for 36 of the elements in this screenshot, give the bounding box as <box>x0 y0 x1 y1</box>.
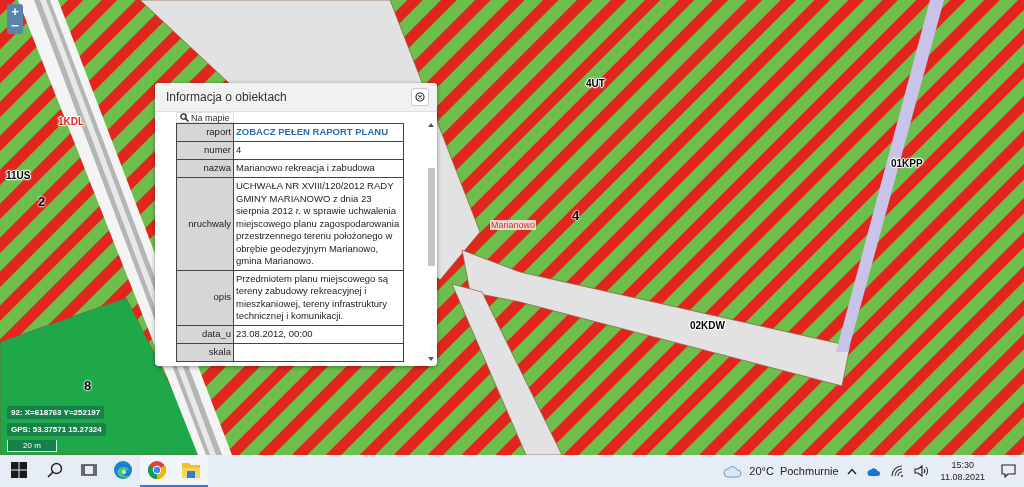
attribute-name: opis <box>176 270 234 325</box>
clock[interactable]: 15:30 11.08.2021 <box>940 459 985 483</box>
browser-swirl-icon[interactable] <box>113 460 133 480</box>
caret-icon[interactable] <box>846 467 857 475</box>
close-button[interactable] <box>411 88 429 106</box>
search-icon <box>180 113 189 122</box>
attribute-name: raport <box>176 123 234 142</box>
attribute-value: Przedmiotem planu miejscowego są tereny zabudowy rekreacyjnej i mieszkaniowej, tereny infrastruktury technicznej i komunikacji. <box>236 272 389 321</box>
speaker-icon[interactable] <box>913 465 929 477</box>
temperature-text[interactable]: 20°C <box>749 465 774 477</box>
dialog-title: Informacja o obiektach <box>166 90 287 104</box>
scroll-up-icon[interactable] <box>427 122 435 128</box>
search-icon[interactable] <box>47 462 63 478</box>
chrome-icon[interactable] <box>147 460 167 480</box>
notification-icon[interactable] <box>1001 464 1016 478</box>
attribute-value: Marianowo rekreacja i zabudowa <box>236 162 375 173</box>
windows-logo-icon[interactable] <box>11 462 27 478</box>
map-label: 02KDW <box>690 320 725 331</box>
map-label: 2 <box>38 194 46 209</box>
task-view-icon[interactable] <box>81 462 97 478</box>
cloud-icon[interactable] <box>866 466 881 476</box>
folder-icon[interactable] <box>181 461 201 479</box>
map-label: 8 <box>84 378 92 393</box>
scale-bar: 20 m <box>7 440 57 452</box>
map-label: Marianowo <box>490 220 537 230</box>
coordinate-readout: GPS: 53.37571 15.27324 <box>7 423 106 436</box>
close-icon <box>415 92 425 102</box>
attribute-value: 4 <box>236 144 242 155</box>
attribute-name: nruchwaly <box>176 177 234 270</box>
wifi-icon[interactable] <box>890 465 904 477</box>
scroll-down-icon[interactable] <box>427 356 435 362</box>
map-label: 4 <box>572 208 580 223</box>
attribute-value: UCHWAŁA NR XVIII/120/2012 RADY GMINY MARIANOWO z dnia 23 sierpnia 2012 r. w sprawie uchwalenia miejscowego planu zagospodarowania przestrzennego terenu położonego w obrębie geodezyjnym Marianowo, gmina Marianowo. <box>236 180 400 266</box>
attribute-value: 23.08.2012, 00:00 <box>236 327 313 339</box>
weather-text[interactable]: Pochmurnie <box>779 465 839 477</box>
coordinate-readout: 92: X=618763 Y=252197 <box>7 406 105 419</box>
